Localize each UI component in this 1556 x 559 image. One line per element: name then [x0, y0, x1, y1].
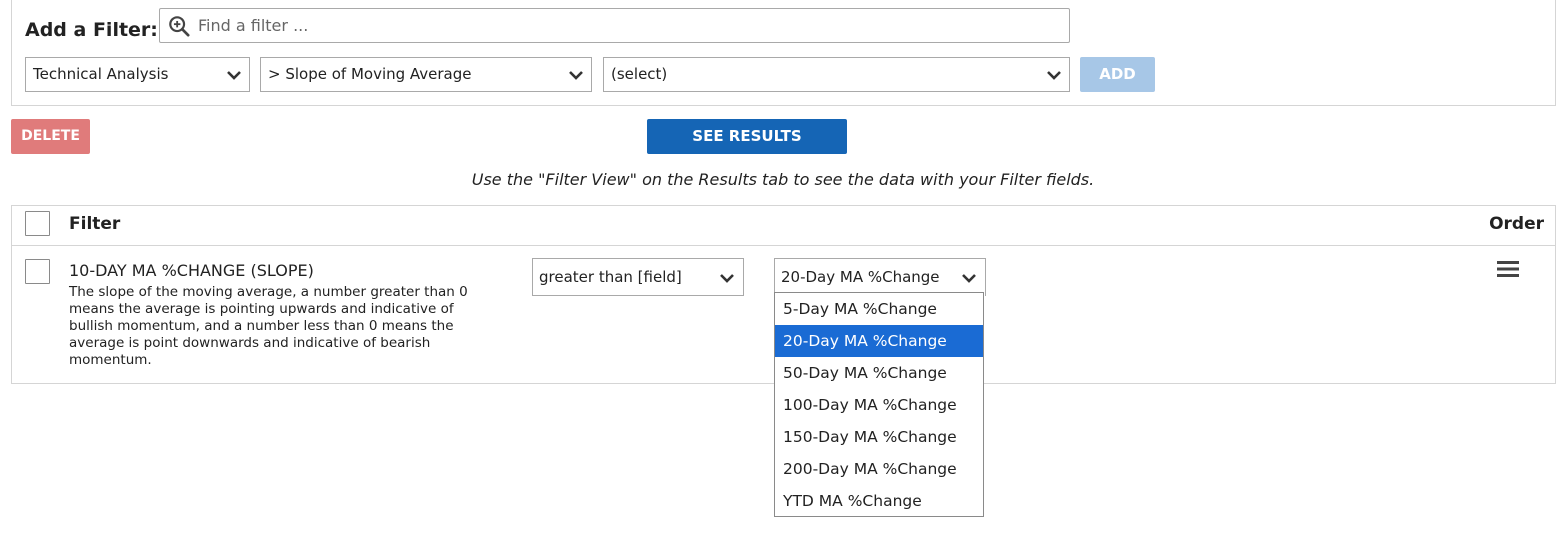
drag-handle-icon[interactable]	[1497, 260, 1519, 278]
dropdown-option[interactable]: 200-Day MA %Change	[775, 453, 983, 485]
order-column-header: Order	[1489, 214, 1544, 234]
zoom-in-search-icon	[169, 16, 190, 37]
add-filter-panel: Add a Filter: Technical Analysis > Slope…	[11, 0, 1556, 106]
value-dropdown-list: 5-Day MA %Change 20-Day MA %Change 50-Da…	[774, 292, 984, 517]
dropdown-option[interactable]: 50-Day MA %Change	[775, 357, 983, 389]
chevron-down-icon	[720, 274, 734, 283]
chevron-down-icon	[227, 71, 241, 80]
chevron-down-icon	[962, 274, 976, 283]
filter-view-hint: Use the "Filter View" on the Results tab…	[471, 170, 1095, 189]
dropdown-option-selected[interactable]: 20-Day MA %Change	[775, 325, 983, 357]
operator-select-value: greater than [field]	[539, 268, 682, 286]
select-all-checkbox[interactable]	[25, 211, 50, 236]
filter-option-select[interactable]: (select)	[603, 57, 1070, 92]
dropdown-option[interactable]: YTD MA %Change	[775, 485, 983, 517]
filter-search-input[interactable]	[198, 13, 1058, 38]
add-button[interactable]: ADD	[1080, 57, 1155, 92]
delete-button[interactable]: DELETE	[11, 119, 90, 154]
filter-column-header: Filter	[69, 214, 121, 234]
chevron-down-icon	[569, 71, 583, 80]
dropdown-option[interactable]: 150-Day MA %Change	[775, 421, 983, 453]
filter-option-select-value: (select)	[611, 65, 668, 83]
filter-row-title: 10-DAY MA %CHANGE (SLOPE)	[69, 261, 314, 280]
filter-search-box[interactable]	[159, 8, 1070, 43]
category-select-value: Technical Analysis	[33, 65, 169, 83]
filter-type-select[interactable]: > Slope of Moving Average	[260, 57, 592, 92]
dropdown-option[interactable]: 100-Day MA %Change	[775, 389, 983, 421]
filter-table-header: Filter Order	[12, 206, 1555, 246]
value-select-value: 20-Day MA %Change	[781, 268, 940, 286]
add-filter-label: Add a Filter:	[25, 19, 158, 41]
dropdown-option[interactable]: 5-Day MA %Change	[775, 293, 983, 325]
filter-row-checkbox[interactable]	[25, 259, 50, 284]
operator-select[interactable]: greater than [field]	[532, 258, 744, 296]
category-select[interactable]: Technical Analysis	[25, 57, 250, 92]
value-select[interactable]: 20-Day MA %Change	[774, 258, 986, 296]
filter-row-description: The slope of the moving average, a numbe…	[69, 284, 468, 368]
chevron-down-icon	[1047, 71, 1061, 80]
see-results-button[interactable]: SEE RESULTS	[647, 119, 847, 154]
filter-type-select-value: > Slope of Moving Average	[268, 65, 472, 83]
